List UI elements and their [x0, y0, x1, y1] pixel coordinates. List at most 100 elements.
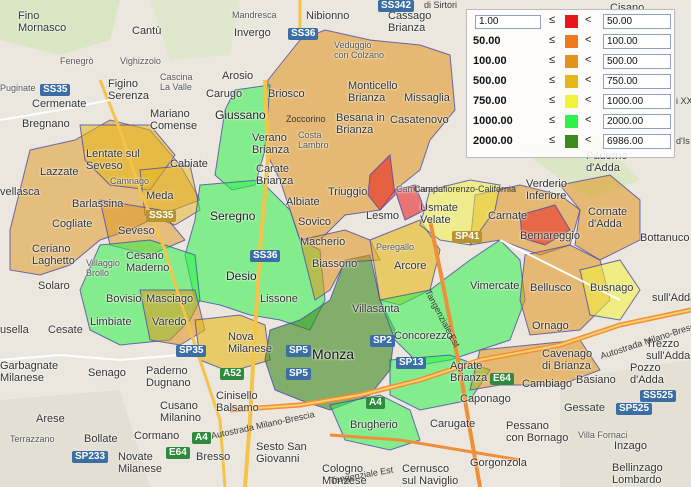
road-shield: SS525: [640, 390, 677, 402]
legend-min: 500.00: [473, 75, 507, 87]
place-label: Sovico: [298, 216, 332, 228]
legend-lt: <: [585, 94, 592, 106]
place-label: Mandresca: [232, 10, 277, 20]
road-shield: SP5: [286, 345, 311, 357]
place-label: Barlassina: [72, 198, 124, 210]
place-label: Lazzate: [40, 166, 79, 178]
place-label: Cogliate: [52, 218, 93, 230]
road-shield: SP5: [286, 368, 311, 380]
place-label: Agrate Brianza: [450, 360, 488, 384]
place-label: Mariano Comense: [150, 108, 198, 132]
place-label: Monticello Brianza: [348, 80, 398, 104]
place-label: Camnago: [110, 176, 150, 186]
place-label: Fino Mornasco: [18, 10, 67, 34]
place-label: Usmate Velate: [420, 202, 458, 226]
legend-row: 1000.00 ≤ < 2000.00: [467, 112, 674, 132]
place-label: Biassono: [312, 258, 358, 270]
legend-min: 750.00: [473, 95, 507, 107]
place-label: Cinisello Balsamo: [216, 390, 259, 414]
legend-max-input[interactable]: 750.00: [603, 74, 671, 89]
place-label: Veduggio con Colzano: [334, 40, 385, 60]
place-label: Bovisio: [106, 293, 142, 305]
place-label: Villasanta: [352, 303, 400, 315]
road-shield: SS35: [146, 210, 177, 222]
road-label: di Sirtori: [424, 0, 458, 10]
place-label: Varedo: [152, 316, 187, 328]
legend-max-input[interactable]: 100.00: [603, 34, 671, 49]
legend-min-input[interactable]: 1.00: [475, 15, 541, 29]
place-label: Nibionno: [306, 10, 350, 22]
legend-swatch: [565, 15, 578, 28]
place-label: Puginate: [0, 83, 36, 93]
road-shield: SS36: [288, 28, 319, 40]
place-label: usella: [0, 324, 29, 336]
place-label: Basiano: [576, 374, 616, 386]
legend-le: ≤: [549, 14, 556, 26]
place-label: Vimercate: [470, 280, 520, 292]
place-label: Costa Lambro: [298, 130, 329, 150]
place-label: Carugate: [430, 418, 476, 430]
legend-row: 750.00 ≤ < 1000.00: [467, 92, 674, 112]
legend-row: 100.00 ≤ < 500.00: [467, 52, 674, 72]
place-label: Ornago: [532, 320, 569, 332]
legend-max-input[interactable]: 6986.00: [603, 134, 671, 149]
legend-swatch: [565, 35, 578, 48]
place-label: Busnago: [590, 282, 634, 294]
legend-row: 50.00 ≤ < 100.00: [467, 32, 674, 52]
road-label: Campofiorenzo-California: [414, 184, 517, 194]
place-label: Ceriano Laghetto: [32, 243, 75, 267]
road-shield: SP41: [452, 231, 483, 243]
place-label: Solaro: [38, 280, 70, 292]
place-label: Cabiate: [170, 158, 208, 170]
legend-max-input[interactable]: 1000.00: [603, 94, 671, 109]
place-label: Meda: [146, 190, 174, 202]
place-label: Cassago Brianza: [388, 10, 432, 34]
place-label: Cambiago: [522, 378, 573, 390]
place-label: Cermenate: [32, 98, 87, 110]
place-label: Casatenovo: [390, 114, 449, 126]
place-label: Seregno: [210, 209, 256, 223]
road-label: i XX: [676, 96, 691, 106]
legend-lt: <: [585, 114, 592, 126]
place-label: Seveso: [118, 225, 155, 237]
place-label: Bellinzago Lombardo: [612, 462, 663, 486]
legend-min: 100.00: [473, 55, 507, 67]
place-label: Villa Fornaci: [578, 430, 628, 440]
place-label: Macherio: [300, 236, 346, 248]
place-label: Lentate sul Seveso: [86, 148, 140, 172]
place-label: Verano Brianza: [252, 132, 290, 156]
place-label: Missaglia: [404, 92, 450, 104]
legend-panel: 1.00 ≤ < 50.00 50.00 ≤ < 100.00 100.00 ≤…: [466, 9, 675, 158]
place-label: Sesto San Giovanni: [256, 441, 307, 465]
legend-row: 1.00 ≤ < 50.00: [467, 12, 674, 32]
legend-le: ≤: [549, 74, 556, 86]
road-shield: E64: [490, 373, 514, 385]
place-label: Briosco: [268, 88, 305, 100]
place-label: Bottanuco: [640, 232, 690, 244]
place-label: Triuggio: [328, 186, 368, 198]
place-label: Desio: [226, 269, 257, 283]
place-label: Caponago: [460, 393, 511, 405]
legend-min: 1000.00: [473, 115, 513, 127]
legend-max-input[interactable]: 50.00: [603, 14, 671, 29]
road-shield: SS36: [250, 250, 281, 262]
legend-le: ≤: [549, 114, 556, 126]
place-label: Garbagnate Milanese: [0, 360, 59, 384]
legend-lt: <: [585, 54, 592, 66]
legend-le: ≤: [549, 94, 556, 106]
place-label: Peregallo: [376, 242, 415, 252]
place-label: Cesano Maderno: [126, 250, 170, 274]
place-label: Terrazzano: [10, 434, 55, 444]
place-label: Carate Brianza: [256, 163, 294, 187]
legend-max-input[interactable]: 500.00: [603, 54, 671, 69]
legend-le: ≤: [549, 34, 556, 46]
place-label: Brugherio: [350, 419, 398, 431]
place-label: Bernareggio: [520, 230, 580, 242]
place-label: Arosio: [222, 70, 254, 82]
place-label: Carnate: [488, 210, 528, 222]
place-label: Nova Milanese: [228, 331, 273, 355]
legend-le: ≤: [549, 54, 556, 66]
place-label: Bresso: [196, 451, 231, 463]
place-label: Novate Milanese: [118, 451, 163, 475]
legend-max-input[interactable]: 2000.00: [603, 114, 671, 129]
